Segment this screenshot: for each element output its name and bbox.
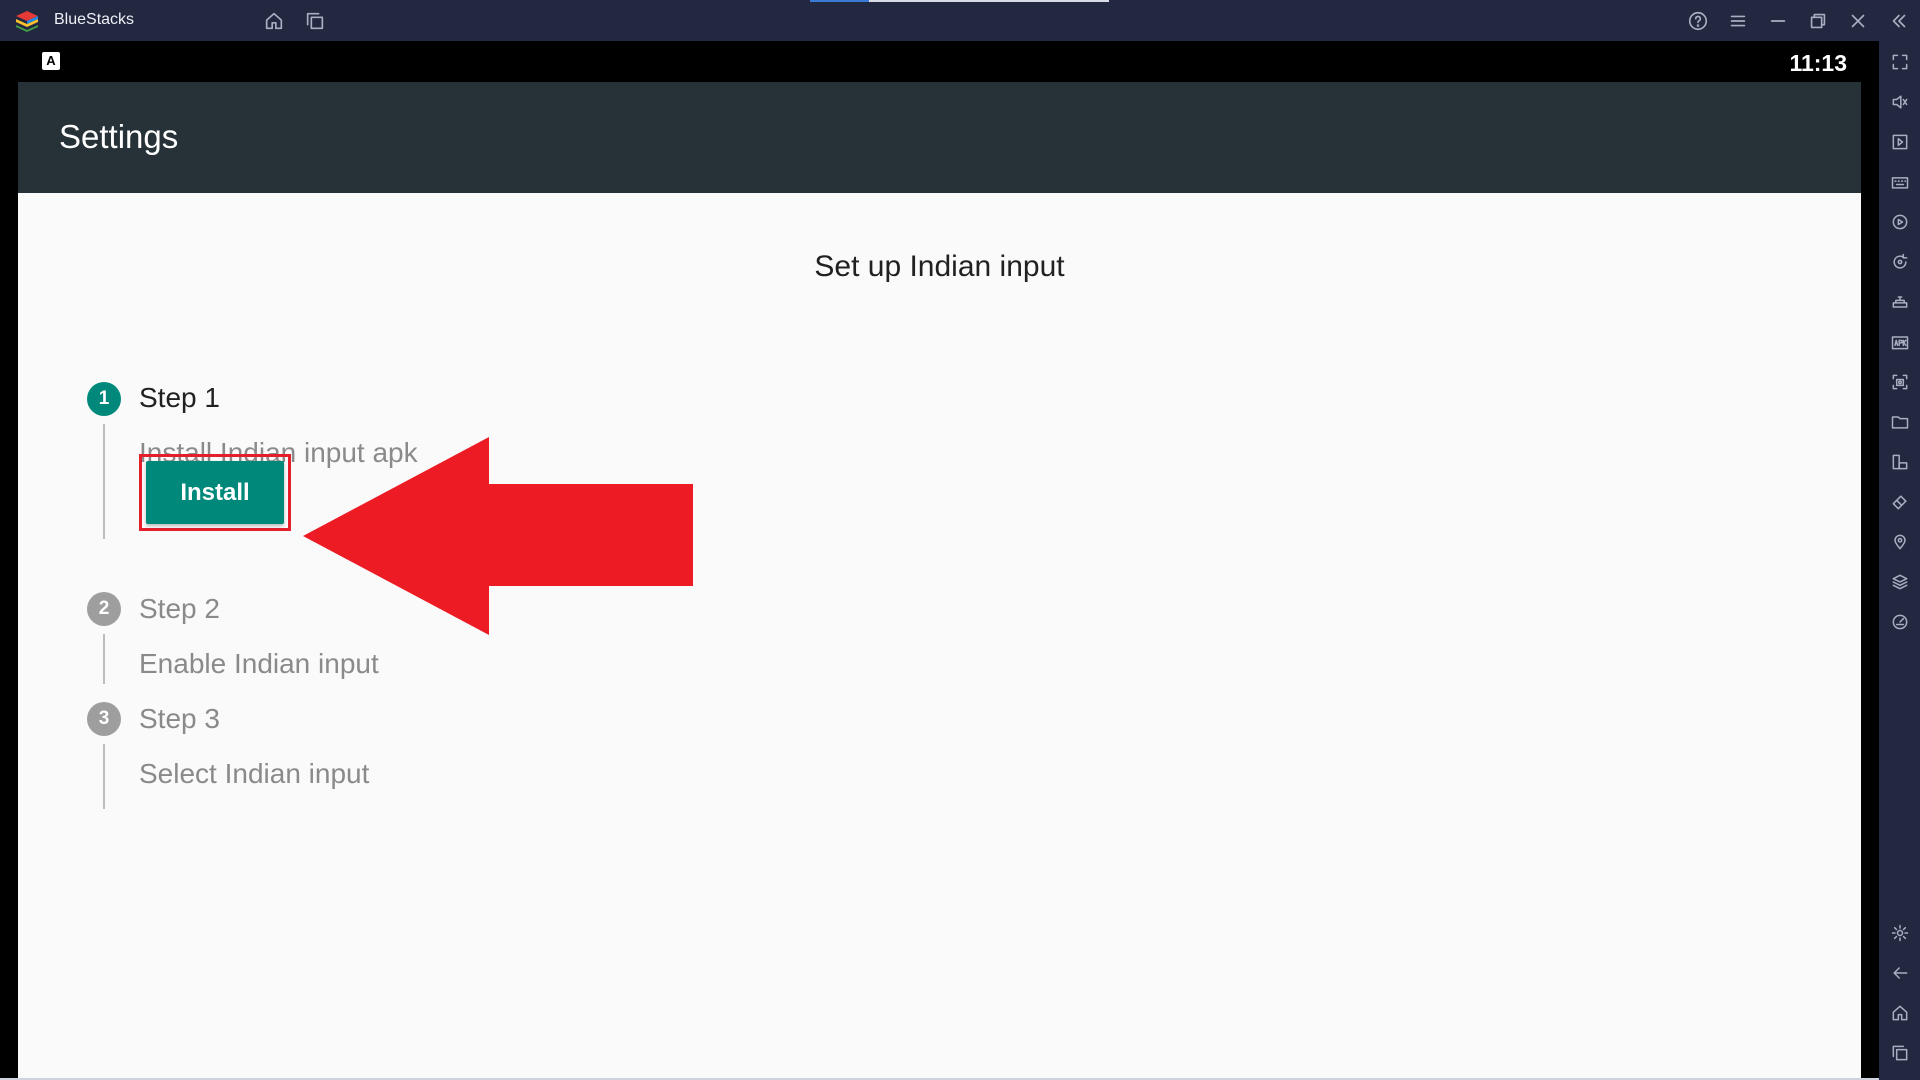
arrow-shape	[303, 437, 693, 635]
bluestacks-logo-icon	[16, 11, 38, 32]
step-3-description: Select Indian input	[139, 758, 370, 789]
recent-apps-icon[interactable]	[1887, 1040, 1913, 1066]
home-icon[interactable]	[261, 8, 287, 34]
step-2-description: Enable Indian input	[139, 648, 379, 679]
erase-icon[interactable]	[1887, 489, 1913, 515]
title-bar: BlueStacks	[0, 0, 1920, 41]
game-controls-icon[interactable]	[1887, 289, 1913, 315]
screenshot-icon[interactable]	[1887, 369, 1913, 395]
restore-icon[interactable]	[1805, 8, 1831, 34]
apk-install-icon[interactable]	[1887, 329, 1913, 355]
loading-bar	[869, 0, 1109, 2]
loading-bar-segment	[810, 0, 869, 2]
home-icon[interactable]	[1887, 1000, 1913, 1026]
step-connector	[103, 744, 105, 809]
macro-icon[interactable]	[1887, 209, 1913, 235]
step-2-badge: 2	[87, 592, 121, 626]
step-2-title: Step 2	[139, 593, 220, 624]
fullscreen-icon[interactable]	[1887, 49, 1913, 75]
step-3-title: Step 3	[139, 703, 220, 734]
back-icon[interactable]	[1887, 960, 1913, 986]
page-title: Settings	[59, 118, 179, 155]
collapse-sidebar-icon[interactable]	[1886, 8, 1912, 34]
setup-content: Set up Indian input 1 Step 1 Install Ind…	[18, 193, 1861, 1080]
setup-heading: Set up Indian input	[814, 250, 1065, 283]
layers-icon[interactable]	[1887, 569, 1913, 595]
android-viewport: A 11:13 Settings Set up Indian input 1 S…	[0, 41, 1879, 1080]
keyboard-indicator-icon: A	[42, 52, 60, 70]
android-status-bar: A 11:13	[18, 41, 1861, 82]
app-title: BlueStacks	[54, 11, 135, 28]
help-icon[interactable]	[1685, 8, 1711, 34]
location-icon[interactable]	[1887, 529, 1913, 555]
menu-icon[interactable]	[1725, 8, 1751, 34]
settings-icon[interactable]	[1887, 920, 1913, 946]
minimize-icon[interactable]	[1765, 8, 1791, 34]
media-manager-icon[interactable]	[1887, 129, 1913, 155]
multi-instance-icon[interactable]	[1887, 449, 1913, 475]
volume-icon[interactable]	[1887, 89, 1913, 115]
status-time: 11:13	[1789, 50, 1847, 76]
multi-instance-icon[interactable]	[302, 8, 328, 34]
step-1-badge: 1	[87, 382, 121, 416]
app-bar: Settings	[18, 82, 1861, 193]
eco-mode-icon[interactable]	[1887, 609, 1913, 635]
folder-icon[interactable]	[1887, 409, 1913, 435]
close-icon[interactable]	[1845, 8, 1871, 34]
install-button[interactable]: Install	[146, 461, 284, 524]
red-arrow-annotation	[303, 437, 693, 635]
sync-icon[interactable]	[1887, 249, 1913, 275]
step-1-title: Step 1	[139, 382, 220, 413]
step-3-badge: 3	[87, 702, 121, 736]
right-toolbar	[1879, 41, 1920, 1080]
keyboard-icon[interactable]	[1887, 169, 1913, 195]
step-connector	[103, 634, 105, 684]
step-connector	[103, 424, 105, 539]
